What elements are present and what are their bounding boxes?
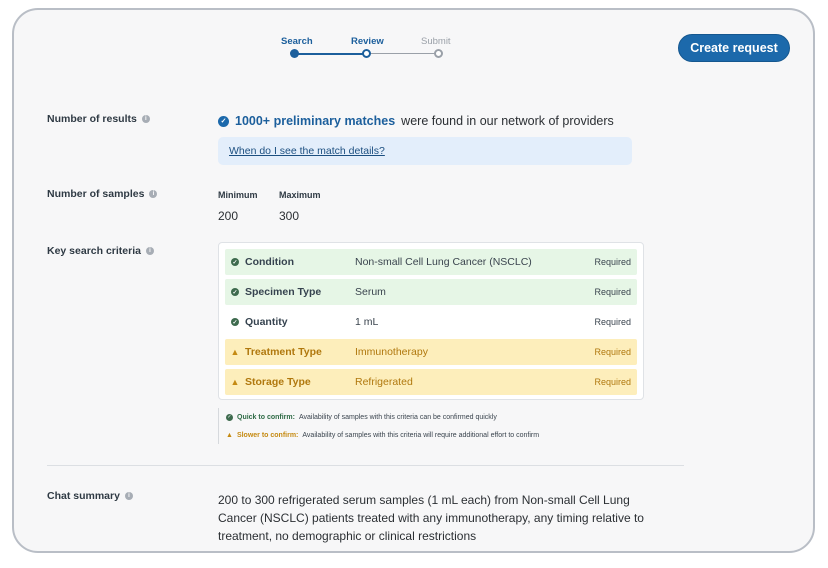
criteria-value: Serum xyxy=(355,286,386,298)
check-circle-icon: ✓ xyxy=(231,258,239,266)
minimum-value: 200 xyxy=(218,209,239,223)
warning-icon: ▲ xyxy=(230,377,240,387)
progress-stepper: Search Review Submit xyxy=(278,36,468,66)
step-search-dot xyxy=(290,49,299,58)
step-connector-future xyxy=(367,53,437,54)
info-icon[interactable]: i xyxy=(124,492,133,500)
required-tag: Required xyxy=(594,317,631,327)
results-label: Number of results xyxy=(47,113,137,125)
criteria-table: ✓ Condition Non-small Cell Lung Cancer (… xyxy=(218,242,644,400)
criteria-name: Treatment Type xyxy=(245,346,322,358)
criteria-value: Immunotherapy xyxy=(355,346,428,358)
required-tag: Required xyxy=(594,377,631,387)
criteria-row-quantity: ✓ Quantity 1 mL Required xyxy=(225,309,637,335)
legend-quick-key: Quick to confirm: xyxy=(237,413,295,421)
step-review-dot xyxy=(362,49,371,58)
samples-row-label: Number of samples i xyxy=(47,188,158,200)
criteria-value: Refrigerated xyxy=(355,376,413,388)
chat-row-label: Chat summary i xyxy=(47,490,133,502)
info-icon[interactable]: i xyxy=(141,115,150,123)
criteria-label: Key search criteria xyxy=(47,245,141,257)
criteria-name: Condition xyxy=(245,256,294,268)
required-tag: Required xyxy=(594,287,631,297)
required-tag: Required xyxy=(594,257,631,267)
criteria-name: Quantity xyxy=(245,316,288,328)
matches-text: were found in our network of providers xyxy=(401,114,614,128)
criteria-name: Storage Type xyxy=(245,376,311,388)
criteria-value: Non-small Cell Lung Cancer (NSCLC) xyxy=(355,256,532,268)
app-window: Search Review Submit Create request Numb… xyxy=(12,8,815,553)
chat-summary-text: 200 to 300 refrigerated serum samples (1… xyxy=(218,493,644,543)
criteria-row-specimen: ✓ Specimen Type Serum Required xyxy=(225,279,637,305)
info-icon[interactable]: i xyxy=(149,190,158,198)
step-connector-done xyxy=(295,53,365,55)
matches-count: 1000+ preliminary matches xyxy=(235,114,396,128)
required-tag: Required xyxy=(594,347,631,357)
samples-label: Number of samples xyxy=(47,188,145,200)
legend-slow: ▲ Slower to confirm: Availability of sam… xyxy=(226,426,638,444)
check-circle-icon: ✓ xyxy=(218,115,229,127)
criteria-row-treatment: ▲ Treatment Type Immunotherapy Required xyxy=(225,339,637,365)
criteria-name: Specimen Type xyxy=(245,286,322,298)
maximum-label: Maximum xyxy=(279,190,321,200)
check-circle-icon: ✓ xyxy=(231,288,239,296)
check-circle-icon: ✓ xyxy=(231,318,239,326)
match-details-banner: When do I see the match details? xyxy=(218,137,632,165)
criteria-row-storage: ▲ Storage Type Refrigerated Required xyxy=(225,369,637,395)
step-search-label[interactable]: Search xyxy=(281,36,313,47)
sample-maximum: Maximum 300 xyxy=(279,190,321,223)
create-request-button[interactable]: Create request xyxy=(678,34,790,62)
step-submit-label: Submit xyxy=(421,36,451,47)
check-circle-icon: ✓ xyxy=(226,413,233,421)
criteria-value: 1 mL xyxy=(355,316,379,328)
legend-quick-text: Availability of samples with this criter… xyxy=(298,413,497,421)
chat-label: Chat summary xyxy=(47,490,120,502)
criteria-row-label: Key search criteria i xyxy=(47,245,154,257)
warning-icon: ▲ xyxy=(226,431,233,439)
results-row-label: Number of results i xyxy=(47,113,150,125)
sample-minimum: Minimum 200 xyxy=(218,190,258,223)
step-submit-dot xyxy=(434,49,443,58)
results-summary: ✓ 1000+ preliminary matches were found i… xyxy=(218,114,614,128)
section-divider xyxy=(47,465,684,466)
legend-quick: ✓ Quick to confirm: Availability of samp… xyxy=(226,408,638,426)
maximum-value: 300 xyxy=(279,209,300,223)
criteria-row-condition: ✓ Condition Non-small Cell Lung Cancer (… xyxy=(225,249,637,275)
warning-icon: ▲ xyxy=(230,347,240,357)
step-review-label[interactable]: Review xyxy=(351,36,384,47)
info-icon[interactable]: i xyxy=(145,247,154,255)
criteria-legend: ✓ Quick to confirm: Availability of samp… xyxy=(218,408,638,444)
legend-slow-key: Slower to confirm: xyxy=(236,431,299,439)
minimum-label: Minimum xyxy=(218,190,258,200)
legend-slow-text: Availability of samples with this criter… xyxy=(302,431,540,439)
match-details-link[interactable]: When do I see the match details? xyxy=(229,145,385,157)
